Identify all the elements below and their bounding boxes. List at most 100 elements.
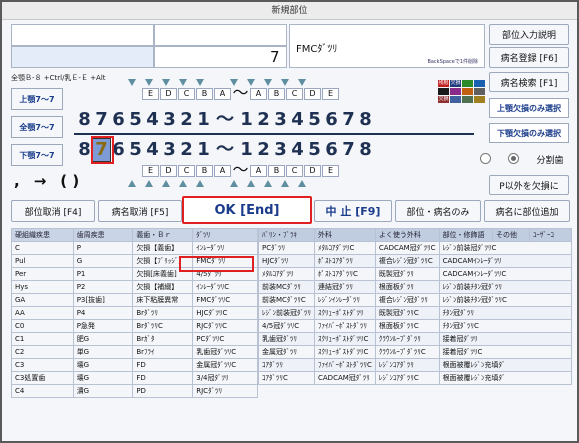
table-cell[interactable]: P xyxy=(72,241,134,255)
table-cell[interactable]: 乳歯冠ﾀﾞﾂﾘC xyxy=(192,345,258,359)
tab-header[interactable]: 部位・修飾語 xyxy=(438,228,494,242)
tooth-number[interactable]: 8 xyxy=(76,109,93,131)
table-row[interactable]: C4 潰G PD RJCﾀﾞﾂﾘ xyxy=(11,384,258,398)
table-cell[interactable]: 接着冠ﾀﾞﾂﾘ xyxy=(438,332,573,346)
marker[interactable] xyxy=(277,78,294,88)
marker[interactable] xyxy=(158,78,175,88)
table-cell[interactable]: 金属冠ﾀﾞﾂﾘC xyxy=(192,358,258,372)
table-cell[interactable]: ﾚｼﾞﾝ前装ﾁﾀﾝ冠ﾀﾞﾂﾘC xyxy=(438,293,573,307)
table-cell[interactable]: BrﾀﾞﾂﾘC xyxy=(132,319,194,333)
marker[interactable] xyxy=(124,78,141,88)
table-cell[interactable]: ﾒﾀﾙｺｱﾀﾞﾂﾘ xyxy=(258,267,315,281)
tooth-letter[interactable]: C xyxy=(178,88,195,100)
marker[interactable] xyxy=(277,179,294,189)
tooth-letter[interactable]: E xyxy=(142,88,159,100)
tooth-letter[interactable]: D xyxy=(160,165,177,177)
site-input-help-button[interactable]: 部位入力説明 xyxy=(489,24,569,45)
lower-left-input[interactable] xyxy=(11,46,154,68)
table-cell[interactable]: P4 xyxy=(72,306,134,320)
tooth-number[interactable]: 4 xyxy=(289,139,306,161)
table-cell[interactable]: HJCﾀﾞﾂﾘC xyxy=(192,306,258,320)
disease-cancel-button[interactable]: 病名取消 [F5] xyxy=(98,200,182,222)
table-row[interactable]: C P 欠損【義歯】 ｲﾝﾚｰﾀﾞﾂﾘ xyxy=(11,241,258,255)
table-cell[interactable]: 根面被覆ﾚｼﾞﾝ充填ﾀﾞ xyxy=(438,358,573,372)
table-row[interactable]: ｺｱﾀﾞﾂﾘC CADCAM冠ﾀﾞﾂﾘ ﾚｼﾞﾝｺｱﾀﾞﾂﾘC 根面被覆ﾚｼﾞﾝ充填ﾀ… xyxy=(258,371,573,385)
table-cell[interactable]: P急発 xyxy=(72,319,134,333)
table-cell[interactable]: ｽｸﾘｭｰﾎﾟｽﾄﾀﾞﾂﾘC xyxy=(314,332,376,346)
tooth-number[interactable]: 4 xyxy=(144,109,161,131)
tooth-letter[interactable]: E xyxy=(322,165,339,177)
table-cell[interactable]: ﾎﾟｽﾄｺｱﾀﾞﾂﾘC xyxy=(314,267,376,281)
marker[interactable] xyxy=(175,179,192,189)
table-cell[interactable]: PCﾀﾞﾂﾘ xyxy=(258,241,315,255)
table-cell[interactable]: Brﾌﾗｲ xyxy=(132,345,194,359)
table-cell[interactable]: ﾚｼﾞﾝ前装冠ﾀﾞﾂﾘ xyxy=(258,306,315,320)
tooth-letter[interactable]: A xyxy=(214,88,231,100)
table-cell[interactable]: RJCﾀﾞﾂﾘ xyxy=(192,384,258,398)
table-cell[interactable]: ｲﾝﾚｰﾀﾞﾂﾘC xyxy=(192,280,258,294)
table-cell[interactable]: ﾒﾀﾙｺｱﾀﾞﾂﾘC xyxy=(314,241,376,255)
table-cell[interactable]: CADCAM冠ﾀﾞﾂﾘC xyxy=(374,241,440,255)
arrow-symbol[interactable]: → xyxy=(34,172,47,190)
lower-missing-only-button[interactable]: 下顎欠損のみ選択 xyxy=(489,123,569,143)
marker[interactable] xyxy=(260,179,277,189)
tooth-letter[interactable]: D xyxy=(160,88,177,100)
table-cell[interactable]: C2 xyxy=(11,345,74,359)
tooth-number[interactable]: 5 xyxy=(306,109,323,131)
table-cell[interactable]: C0 xyxy=(11,319,74,333)
table-cell[interactable]: 金属冠ﾀﾞﾂﾘ xyxy=(258,345,315,359)
tooth-letter[interactable]: B xyxy=(196,165,213,177)
table-row[interactable]: HJCﾀﾞﾂﾘ ﾎﾟｽﾄｺｱﾀﾞﾂﾘ 複合ﾚｼﾞﾝ冠ﾀﾞﾂﾘC CADCAMｲﾝﾚｰﾀ… xyxy=(258,254,573,268)
tooth-number[interactable]: 4 xyxy=(289,109,306,131)
stop-button[interactable]: 中 止 [F9] xyxy=(314,200,392,222)
table-row[interactable]: ｺｱﾀﾞﾂﾘ ﾌｧｲﾊﾞｰﾎﾟｽﾄﾀﾞﾂﾘC ﾚｼﾞﾝｺｱﾀﾞﾂﾘ 根面被覆ﾚｼﾞﾝ充… xyxy=(258,358,573,372)
tooth-letter[interactable]: B xyxy=(196,88,213,100)
table-cell[interactable]: 複合ﾚｼﾞﾝ冠ﾀﾞﾂﾘC xyxy=(374,254,440,268)
tab-header[interactable]: その他 xyxy=(492,228,530,242)
table-row[interactable]: Hys P2 欠損【補綴】 ｲﾝﾚｰﾀﾞﾂﾘC xyxy=(11,280,258,294)
table-cell[interactable]: ｽｸﾘｭｰﾎﾟｽﾄﾀﾞﾂﾘC xyxy=(314,345,376,359)
table-row[interactable]: ﾒﾀﾙｺｱﾀﾞﾂﾘ ﾎﾟｽﾄｺｱﾀﾞﾂﾘC 既製冠ﾀﾞﾂﾘ CADCAMｲﾝﾚｰﾀﾞﾂ… xyxy=(258,267,573,281)
marker[interactable] xyxy=(141,78,158,88)
table-row[interactable]: C0 P急発 BrﾀﾞﾂﾘC RJCﾀﾞﾂﾘC xyxy=(11,319,258,333)
table-cell[interactable]: ﾚｼﾞﾝｺｱﾀﾞﾂﾘ xyxy=(374,358,440,372)
upper-missing-only-button[interactable]: 上顎欠損のみ選択 xyxy=(489,98,569,118)
table-cell[interactable]: FD xyxy=(132,358,194,372)
table-cell[interactable]: FMCﾀﾞﾂﾘC xyxy=(192,293,258,307)
table-cell[interactable]: ｽｸﾘｭｰﾎﾟｽﾄﾀﾞﾂﾘ xyxy=(314,306,376,320)
tooth-number[interactable]: 5 xyxy=(306,139,323,161)
table-cell[interactable]: 壊G xyxy=(72,358,134,372)
table-row[interactable]: C3処置歯 壊G FD 3/4冠ﾀﾞﾂﾘ xyxy=(11,371,258,385)
paren-symbol[interactable]: ( ) xyxy=(60,172,79,190)
register-disease-button[interactable]: 病名登録 [F6] xyxy=(489,47,569,68)
table-cell[interactable]: 前装MCﾀﾞﾂﾘC xyxy=(258,293,315,307)
tooth-number[interactable]: 3 xyxy=(272,109,289,131)
tooth-letter[interactable]: D xyxy=(304,88,321,100)
tooth-letter[interactable]: B xyxy=(268,165,285,177)
table-cell[interactable]: Brｶﾞﾀ xyxy=(132,332,194,346)
table-cell[interactable]: Pul xyxy=(11,254,74,268)
tab-header[interactable]: ﾊﾞﾘﾝ・ﾌﾞﾗｷ xyxy=(258,228,315,242)
table-row[interactable]: C2 単G Brﾌﾗｲ 乳歯冠ﾀﾞﾂﾘC xyxy=(11,345,258,359)
table-row[interactable]: 金属冠ﾀﾞﾂﾘ ｽｸﾘｭｰﾎﾟｽﾄﾀﾞﾂﾘC ｸﾗｳﾝﾙｰﾌﾟﾀﾞﾂﾘC 接着冠ﾀﾞﾂ… xyxy=(258,345,573,359)
table-cell[interactable]: P2 xyxy=(72,280,134,294)
table-cell[interactable]: ﾚｼﾞﾝｺｱﾀﾞﾂﾘC xyxy=(374,371,440,385)
table-row[interactable]: C1 肥G Brｶﾞﾀ PCﾀﾞﾂﾘC xyxy=(11,332,258,346)
tooth-letter[interactable]: E xyxy=(322,88,339,100)
tooth-number[interactable]: 1 xyxy=(238,139,255,161)
lower-jaw-button[interactable]: 下顎7～7 xyxy=(11,144,63,166)
tooth-number[interactable]: 6 xyxy=(323,109,340,131)
table-cell[interactable]: Brﾀﾞﾂﾘ xyxy=(132,306,194,320)
disease-search-button[interactable]: 病名検索 [F1] xyxy=(489,72,569,92)
tooth-number[interactable]: 4 xyxy=(144,139,161,161)
table-cell[interactable]: 前装MCﾀﾞﾂﾘ xyxy=(258,280,315,294)
table-cell[interactable]: 欠損【義歯】 xyxy=(132,241,194,255)
table-cell[interactable]: 3/4冠ﾀﾞﾂﾘ xyxy=(192,371,258,385)
table-cell[interactable]: 連結冠ﾀﾞﾂﾘ xyxy=(314,280,376,294)
table-cell[interactable]: AA xyxy=(11,306,74,320)
table-row[interactable]: PCﾀﾞﾂﾘ ﾒﾀﾙｺｱﾀﾞﾂﾘC CADCAM冠ﾀﾞﾂﾘC ﾚｼﾞﾝ前装冠ﾀﾞﾂﾘC xyxy=(258,241,573,255)
table-cell[interactable]: P1 xyxy=(72,267,134,281)
tab-header[interactable]: 外科 xyxy=(314,228,376,242)
table-cell[interactable]: ﾚｼﾞﾝｲﾝﾚｰﾀﾞﾂﾘ xyxy=(314,293,376,307)
tab-header[interactable]: よく使う外科 xyxy=(374,228,440,242)
